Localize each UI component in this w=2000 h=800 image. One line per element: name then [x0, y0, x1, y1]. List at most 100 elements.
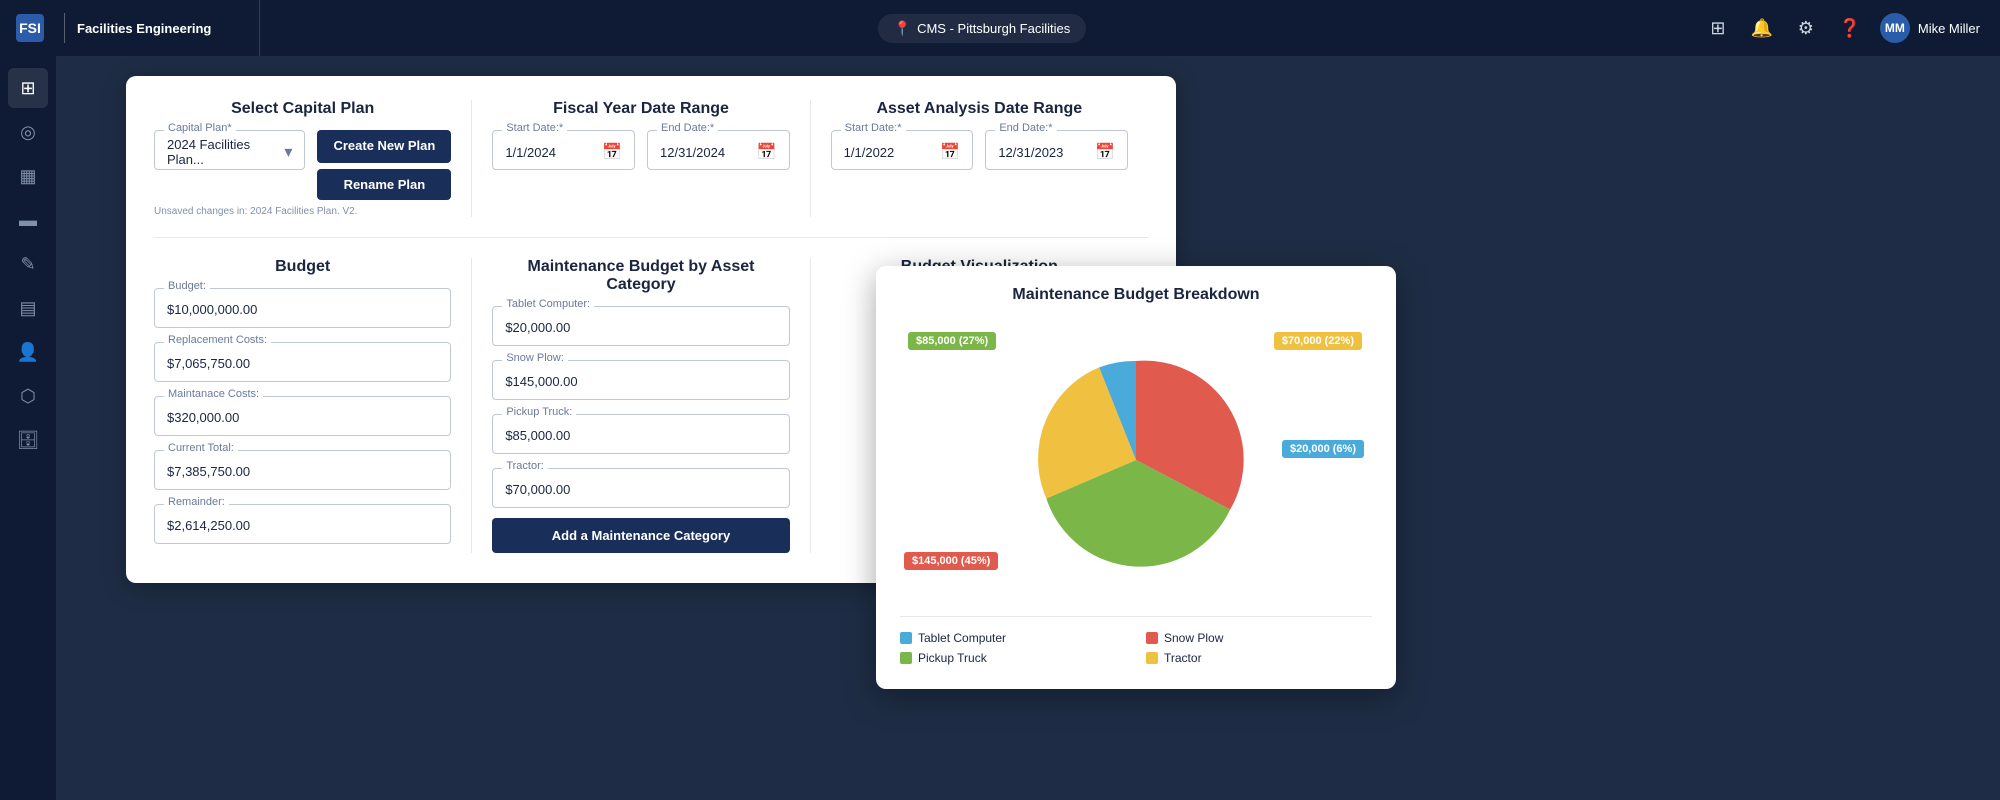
calendar-start-icon: 📅: [602, 142, 622, 162]
avatar: MM: [1880, 13, 1910, 43]
rename-plan-button[interactable]: Rename Plan: [317, 169, 451, 200]
fiscal-end-value: 12/31/2024: [660, 145, 725, 160]
legend-label-tablet: Tablet Computer: [918, 631, 1006, 645]
budget-section: Budget Budget: $10,000,000.00 Replacemen…: [154, 258, 472, 553]
budget-field-3: Current Total: $7,385,750.00: [154, 450, 451, 490]
capital-plan-section: Select Capital Plan Capital Plan* 2024 F…: [154, 100, 472, 217]
asset-value-3: $70,000.00: [492, 468, 789, 508]
fsi-logo-icon: FSI: [16, 14, 44, 42]
asset-label-2: Pickup Truck:: [502, 406, 576, 418]
asset-start-value: 1/1/2022: [844, 145, 895, 160]
add-maintenance-category-button[interactable]: Add a Maintenance Category: [492, 518, 789, 553]
budget-field-2: Maintanace Costs: $320,000.00: [154, 396, 451, 436]
asset-analysis-fields: Start Date:* 1/1/2022 📅 End Date:* 12/31…: [831, 130, 1128, 170]
budget-value-3: $7,385,750.00: [154, 450, 451, 490]
budget-value-0: $10,000,000.00: [154, 288, 451, 328]
fiscal-year-fields: Start Date:* 1/1/2024 📅 End Date:* 12/31…: [492, 130, 789, 170]
asset-label-1: Snow Plow:: [502, 352, 567, 364]
legend-label-pickup-truck: Pickup Truck: [918, 651, 987, 665]
asset-end-input[interactable]: 12/31/2023 📅: [985, 130, 1128, 170]
unsaved-note: Unsaved changes in: 2024 Facilities Plan…: [154, 206, 451, 217]
asset-end-label: End Date:*: [995, 122, 1056, 134]
budget-label-2: Maintanace Costs:: [164, 388, 263, 400]
location-badge[interactable]: 📍 CMS - Pittsburgh Facilities: [878, 14, 1087, 43]
legend-dot-tablet: [900, 632, 912, 644]
asset-end-value: 12/31/2023: [998, 145, 1063, 160]
asset-value-0: $20,000.00: [492, 306, 789, 346]
fiscal-start-input[interactable]: 1/1/2024 📅: [492, 130, 635, 170]
budget-fields: Budget: $10,000,000.00 Replacement Costs…: [154, 288, 451, 544]
budget-field-1: Replacement Costs: $7,065,750.00: [154, 342, 451, 382]
asset-field-2: Pickup Truck: $85,000.00: [492, 414, 789, 454]
apps-icon[interactable]: ⊞: [1704, 14, 1732, 42]
asset-end-field: End Date:* 12/31/2023 📅: [985, 130, 1128, 170]
fiscal-end-field: End Date:* 12/31/2024 📅: [647, 130, 790, 170]
asset-label-0: Tablet Computer:: [502, 298, 594, 310]
fiscal-year-section: Fiscal Year Date Range Start Date:* 1/1/…: [472, 100, 810, 217]
asset-analysis-section: Asset Analysis Date Range Start Date:* 1…: [811, 100, 1148, 217]
capital-plan-label: Capital Plan*: [164, 122, 236, 134]
sidebar-item-table[interactable]: ▦: [8, 156, 48, 196]
bell-icon[interactable]: 🔔: [1748, 14, 1776, 42]
topbar-right: ⊞ 🔔 ⚙ ❓ MM Mike Miller: [1704, 13, 2000, 43]
sidebar-item-archive[interactable]: 🗄: [8, 420, 48, 460]
legend-item-pickup-truck: Pickup Truck: [900, 651, 1126, 665]
sidebar-item-calendar[interactable]: ▬: [8, 200, 48, 240]
legend-item-snow-plow: Snow Plow: [1146, 631, 1372, 645]
legend-item-tablet: Tablet Computer: [900, 631, 1126, 645]
legend-label-tractor: Tractor: [1164, 651, 1202, 665]
budget-label-0: Budget:: [164, 280, 210, 292]
asset-start-label: Start Date:*: [841, 122, 906, 134]
user-name: Mike Miller: [1918, 21, 1980, 36]
asset-analysis-title: Asset Analysis Date Range: [831, 100, 1128, 118]
budget-field-4: Remainder: $2,614,250.00: [154, 504, 451, 544]
avatar-initials: MM: [1885, 21, 1905, 35]
sidebar: ⊞ ◎ ▦ ▬ ✎ ▤ 👤 ⬡ 🗄: [0, 56, 56, 800]
legend-dot-tractor: [1146, 652, 1158, 664]
capital-plan-field: Capital Plan* 2024 Facilities Plan... ▾: [154, 130, 305, 170]
pie-chart-container: $85,000 (27%) $70,000 (22%) $20,000 (6%)…: [900, 320, 1372, 600]
budget-value-1: $7,065,750.00: [154, 342, 451, 382]
fsi-logo-text: FSI: [19, 20, 41, 36]
logo-divider: [64, 13, 65, 43]
main-content: Select Capital Plan Capital Plan* 2024 F…: [56, 56, 2000, 800]
gear-icon[interactable]: ⚙: [1792, 14, 1820, 42]
create-new-plan-button[interactable]: Create New Plan: [317, 130, 451, 163]
fiscal-end-label: End Date:*: [657, 122, 718, 134]
label-snow-plow: $145,000 (45%): [904, 552, 998, 570]
topbar: FSI Facilities Engineering 📍 CMS - Pitts…: [0, 0, 2000, 56]
sidebar-item-hierarchy[interactable]: ⬡: [8, 376, 48, 416]
fiscal-end-input[interactable]: 12/31/2024 📅: [647, 130, 790, 170]
legend-dot-snow-plow: [1146, 632, 1158, 644]
sidebar-item-report[interactable]: ▤: [8, 288, 48, 328]
budget-value-4: $2,614,250.00: [154, 504, 451, 544]
sidebar-item-user[interactable]: 👤: [8, 332, 48, 372]
budget-value-2: $320,000.00: [154, 396, 451, 436]
capital-plan-input[interactable]: 2024 Facilities Plan... ▾: [154, 130, 305, 170]
asset-start-input[interactable]: 1/1/2022 📅: [831, 130, 974, 170]
asset-field-3: Tractor: $70,000.00: [492, 468, 789, 508]
legend-dot-pickup-truck: [900, 652, 912, 664]
asset-field-0: Tablet Computer: $20,000.00: [492, 306, 789, 346]
budget-label-3: Current Total:: [164, 442, 238, 454]
budget-title: Budget: [154, 258, 451, 276]
chart-legend: Tablet Computer Snow Plow Pickup Truck T…: [900, 616, 1372, 665]
label-pickup-truck: $85,000 (27%): [908, 332, 996, 350]
asset-value-2: $85,000.00: [492, 414, 789, 454]
user-menu[interactable]: MM Mike Miller: [1880, 13, 1980, 43]
topbar-center: 📍 CMS - Pittsburgh Facilities: [260, 14, 1704, 43]
label-tractor: $70,000 (22%): [1274, 332, 1362, 350]
pie-chart-svg: [1026, 350, 1246, 570]
budget-label-4: Remainder:: [164, 496, 229, 508]
app-name: Facilities Engineering: [77, 21, 211, 36]
dropdown-icon: ▾: [284, 142, 292, 162]
help-icon[interactable]: ❓: [1836, 14, 1864, 42]
sidebar-item-edit[interactable]: ✎: [8, 244, 48, 284]
fiscal-start-label: Start Date:*: [502, 122, 567, 134]
sidebar-item-grid[interactable]: ⊞: [8, 68, 48, 108]
topbar-logo: FSI Facilities Engineering: [0, 0, 260, 56]
sidebar-item-target[interactable]: ◎: [8, 112, 48, 152]
maintenance-budget-section: Maintenance Budget by Asset Category Tab…: [472, 258, 810, 553]
top-sections: Select Capital Plan Capital Plan* 2024 F…: [154, 100, 1148, 238]
viz-chart-title: Maintenance Budget Breakdown: [900, 286, 1372, 304]
